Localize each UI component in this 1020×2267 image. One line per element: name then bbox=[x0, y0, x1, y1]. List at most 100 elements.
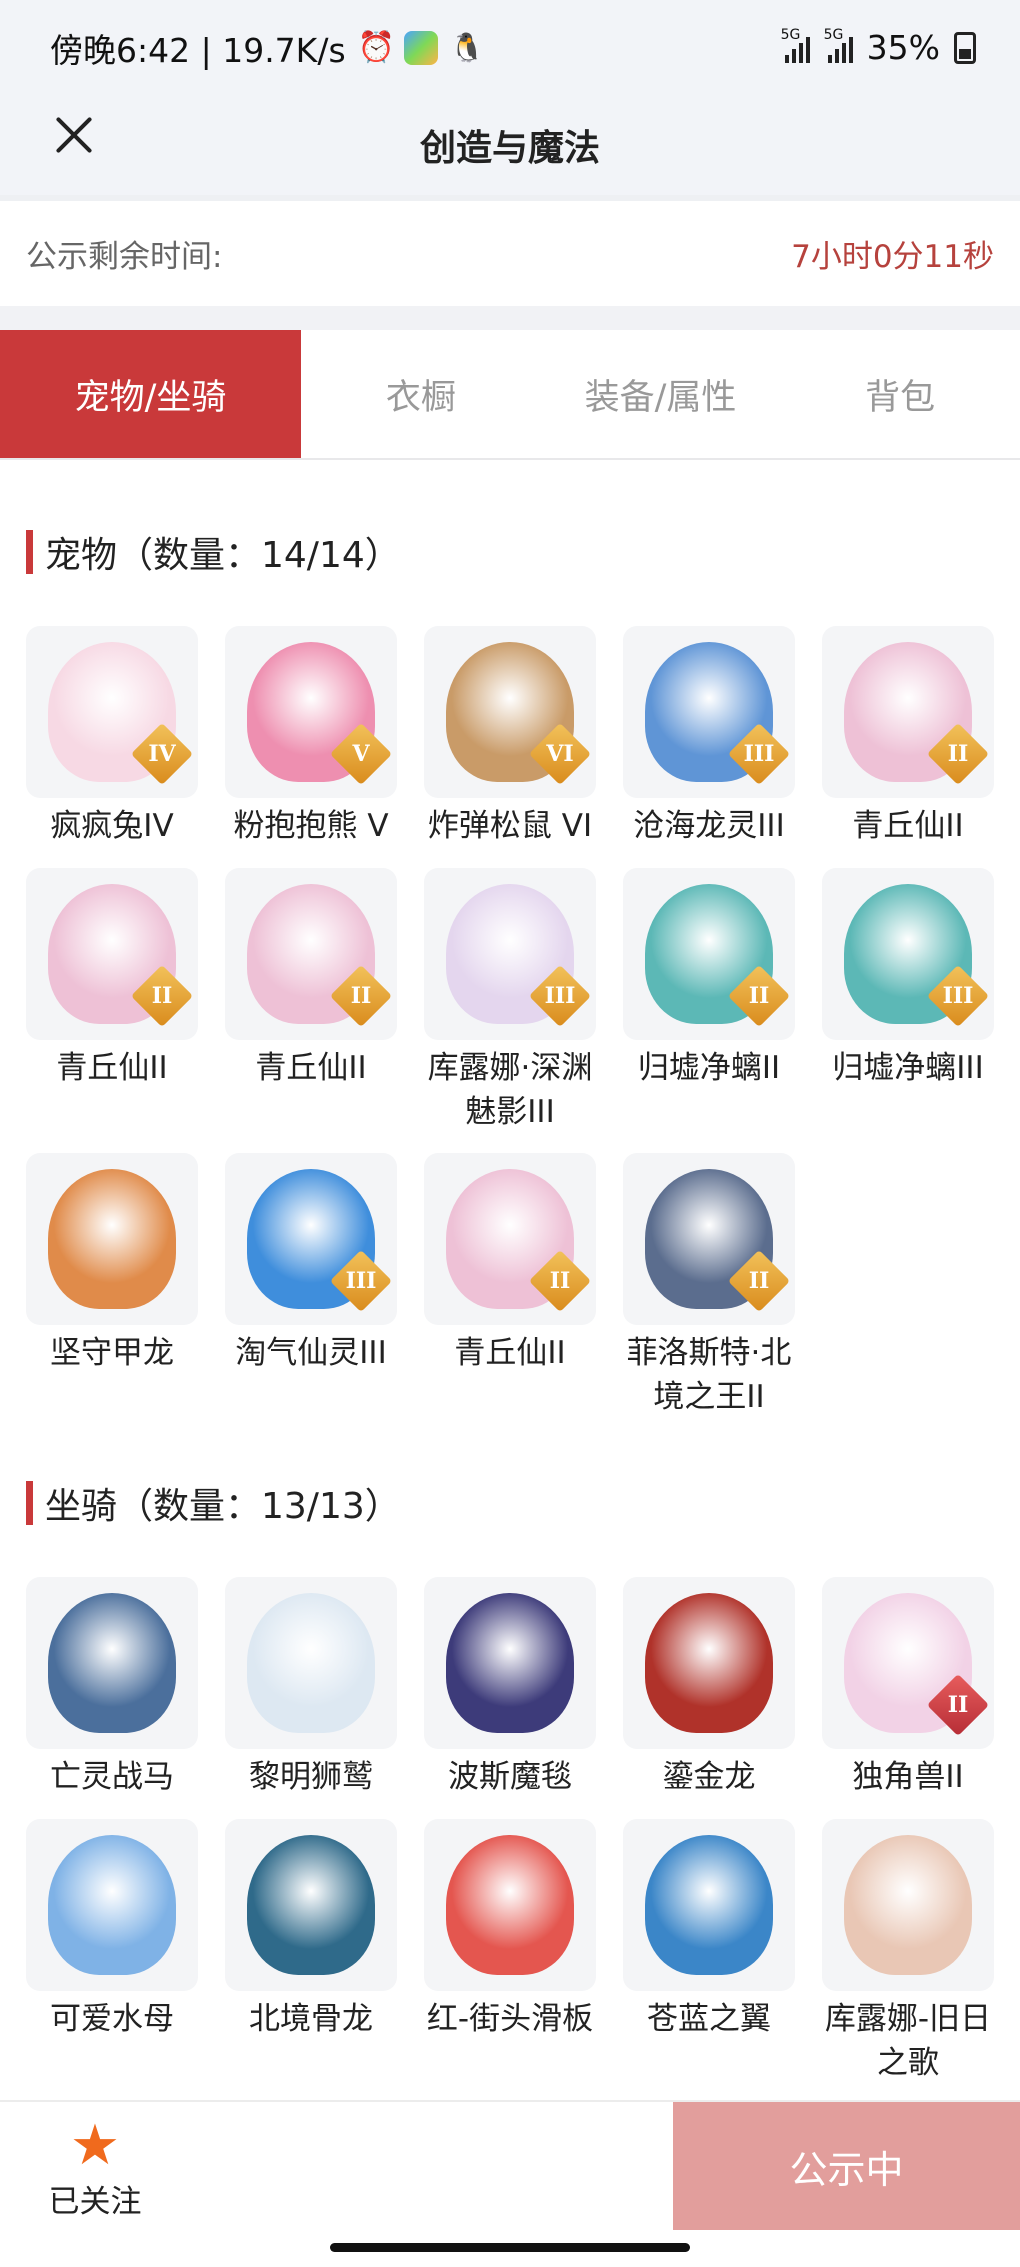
home-indicator bbox=[330, 2243, 690, 2252]
item-name: 独角兽II bbox=[852, 1759, 964, 1795]
item-thumbnail: II bbox=[26, 868, 198, 1040]
item-card[interactable]: II 归墟净螭II bbox=[623, 868, 795, 1090]
item-name: 粉抱抱熊 V bbox=[233, 808, 389, 844]
item-name: 炸弹松鼠 VI bbox=[427, 808, 593, 844]
item-name: 归墟净螭III bbox=[832, 1050, 984, 1086]
item-card[interactable]: II 菲洛斯特·北境之王II bbox=[623, 1153, 795, 1419]
tab-backpack[interactable]: 背包 bbox=[780, 330, 1020, 458]
item-card[interactable]: III 沧海龙灵III bbox=[623, 626, 795, 848]
item-name: 黎明狮鹫 bbox=[249, 1759, 373, 1795]
item-card[interactable]: 北境骨龙 bbox=[225, 1819, 397, 2041]
item-name: 波斯魔毯 bbox=[448, 1759, 572, 1795]
tier-badge-label: II bbox=[549, 1268, 571, 1294]
item-name: 苍蓝之翼 bbox=[647, 2001, 771, 2037]
tier-badge: II bbox=[130, 964, 194, 1028]
item-card[interactable]: 坚守甲龙 bbox=[26, 1153, 198, 1375]
public-status-button[interactable]: 公示中 bbox=[673, 2102, 1020, 2230]
item-thumbnail bbox=[623, 1819, 795, 1991]
follow-label: 已关注 bbox=[48, 2184, 142, 2220]
alarm-icon: ⏰ bbox=[357, 29, 395, 65]
item-thumbnail: IV bbox=[26, 626, 198, 798]
item-thumbnail: II bbox=[822, 626, 994, 798]
item-card[interactable]: II 青丘仙II bbox=[225, 868, 397, 1090]
item-name: 淘气仙灵III bbox=[235, 1335, 387, 1371]
item-card[interactable]: 苍蓝之翼 bbox=[623, 1819, 795, 2041]
tier-badge-label: II bbox=[350, 983, 372, 1009]
section-pets-title: 宠物（数量：14/14） bbox=[45, 535, 401, 576]
item-name: 青丘仙II bbox=[56, 1050, 168, 1086]
item-name: 菲洛斯特·北境之王II bbox=[626, 1335, 792, 1415]
item-card[interactable]: III 库露娜·深渊魅影III bbox=[424, 868, 596, 1134]
item-name: 坚守甲龙 bbox=[50, 1335, 174, 1371]
item-thumbnail bbox=[26, 1819, 198, 1991]
item-name: 沧海龙灵III bbox=[633, 808, 785, 844]
item-thumbnail: V bbox=[225, 626, 397, 798]
status-bar: 傍晚6:42 | 19.7K/s ⏰ 🐧 5G 5G 35% bbox=[0, 0, 1020, 95]
item-card[interactable]: 库露娜-旧日之歌 bbox=[822, 1819, 994, 2085]
item-card[interactable]: V 粉抱抱熊 V bbox=[225, 626, 397, 848]
tab-wardrobe[interactable]: 衣橱 bbox=[301, 330, 541, 458]
item-artwork bbox=[844, 1835, 972, 1975]
battery-percent: 35% bbox=[866, 28, 940, 67]
item-thumbnail bbox=[424, 1577, 596, 1749]
item-thumbnail: III bbox=[424, 868, 596, 1040]
close-icon[interactable] bbox=[50, 111, 98, 159]
item-card[interactable]: 黎明狮鹫 bbox=[225, 1577, 397, 1799]
tier-badge: VI bbox=[528, 722, 592, 786]
item-card[interactable]: III 淘气仙灵III bbox=[225, 1153, 397, 1375]
item-name: 青丘仙II bbox=[454, 1335, 566, 1371]
item-card[interactable]: 亡灵战马 bbox=[26, 1577, 198, 1799]
item-thumbnail: VI bbox=[424, 626, 596, 798]
item-card[interactable]: 可爱水母 bbox=[26, 1819, 198, 2041]
item-name: 红-街头滑板 bbox=[426, 2001, 594, 2037]
item-card[interactable]: II 独角兽II bbox=[822, 1577, 994, 1799]
item-card[interactable]: III 归墟净螭III bbox=[822, 868, 994, 1090]
item-artwork bbox=[247, 1835, 375, 1975]
item-card[interactable]: 鎏金龙 bbox=[623, 1577, 795, 1799]
tier-badge-label: VI bbox=[546, 741, 574, 767]
item-card[interactable]: 波斯魔毯 bbox=[424, 1577, 596, 1799]
item-card[interactable]: IV 疯疯兔IV bbox=[26, 626, 198, 848]
item-name: 青丘仙II bbox=[255, 1050, 367, 1086]
tier-badge: II bbox=[528, 1249, 592, 1313]
item-name: 鎏金龙 bbox=[662, 1759, 756, 1795]
item-thumbnail: III bbox=[225, 1153, 397, 1325]
item-thumbnail: III bbox=[623, 626, 795, 798]
item-thumbnail bbox=[225, 1819, 397, 1991]
signal-icon: 5G bbox=[781, 27, 810, 63]
tier-badge: III bbox=[727, 722, 791, 786]
follow-button[interactable]: ★ 已关注 bbox=[40, 2116, 150, 2221]
tier-badge-label: V bbox=[352, 741, 370, 767]
item-card[interactable]: II 青丘仙II bbox=[822, 626, 994, 848]
item-artwork bbox=[645, 1593, 773, 1733]
item-card[interactable]: VI 炸弹松鼠 VI bbox=[424, 626, 596, 848]
tab-bar: 宠物/坐骑 衣橱 装备/属性 背包 bbox=[0, 330, 1020, 460]
item-name: 亡灵战马 bbox=[50, 1759, 174, 1795]
section-pets: 宠物（数量：14/14） bbox=[26, 526, 401, 578]
notice-row: 公示剩余时间: 7小时0分11秒 bbox=[0, 201, 1020, 306]
item-name: 库露娜·深渊魅影III bbox=[427, 1050, 593, 1130]
item-thumbnail bbox=[424, 1819, 596, 1991]
section-mounts-title: 坐骑（数量：13/13） bbox=[45, 1486, 401, 1527]
tab-equipment[interactable]: 装备/属性 bbox=[541, 330, 781, 458]
item-card[interactable]: 红-街头滑板 bbox=[424, 1819, 596, 2041]
item-artwork bbox=[48, 1169, 176, 1309]
tier-badge-label: III bbox=[345, 1268, 377, 1294]
item-name: 北境骨龙 bbox=[249, 2001, 373, 2037]
tier-badge-label: II bbox=[748, 983, 770, 1009]
notice-label: 公示剩余时间: bbox=[26, 239, 223, 275]
item-name: 归墟净螭II bbox=[637, 1050, 781, 1086]
tier-badge-label: III bbox=[942, 983, 974, 1009]
item-card[interactable]: II 青丘仙II bbox=[424, 1153, 596, 1375]
page-title: 创造与魔法 bbox=[419, 128, 600, 169]
item-thumbnail: II bbox=[225, 868, 397, 1040]
app-icon bbox=[403, 30, 438, 65]
item-thumbnail bbox=[225, 1577, 397, 1749]
item-card[interactable]: II 青丘仙II bbox=[26, 868, 198, 1090]
tab-pets-mounts[interactable]: 宠物/坐骑 bbox=[0, 330, 301, 458]
item-name: 青丘仙II bbox=[852, 808, 964, 844]
tier-badge-label: II bbox=[748, 1268, 770, 1294]
tier-badge: II bbox=[329, 964, 393, 1028]
item-name: 库露娜-旧日之歌 bbox=[824, 2001, 992, 2081]
item-thumbnail: II bbox=[623, 868, 795, 1040]
